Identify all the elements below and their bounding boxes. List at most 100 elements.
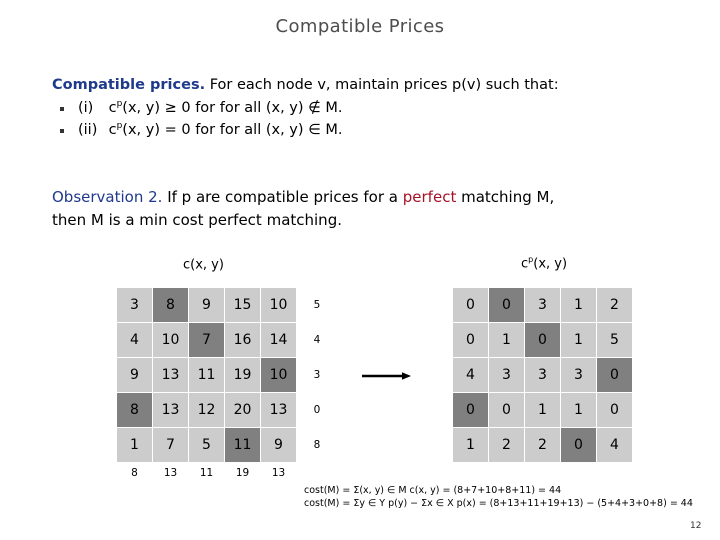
matrix-cell: 1: [561, 393, 596, 427]
matrix-cell: 5: [189, 428, 224, 462]
matrix-cell: 10: [261, 288, 296, 322]
bullet-label: (i): [78, 100, 94, 117]
matrix-cell: 9: [261, 428, 296, 462]
matrix-cell: 16: [225, 323, 260, 357]
column-price-label: 19: [225, 463, 260, 483]
matrix-cell: 0: [453, 323, 488, 357]
table-row: 00312: [453, 288, 632, 322]
observation-line2: then M is a min cost perfect matching.: [52, 211, 342, 230]
bullet-expr-prefix: c: [108, 121, 117, 138]
matrix-cell: 14: [261, 323, 296, 357]
matrix-cell: 0: [525, 323, 560, 357]
table-row: 43330: [453, 358, 632, 392]
list-item: (i) cp(x, y) ≥ 0 for for all (x, y) ∉ M.: [52, 98, 682, 120]
matrix-cell: 15: [225, 288, 260, 322]
cost-equation-line-2: cost(M) = Σy ∈ Y p(y) − Σx ∈ X p(x) = (8…: [304, 497, 693, 509]
matrix-cell: 0: [489, 288, 524, 322]
row-price-label: 0: [297, 393, 331, 427]
corner-spacer: [297, 463, 331, 483]
cost-matrix: 3 8 9 15 10 5 4 10 7 16 14 4 9 13 11 19 10 3 8 13 12 20 13 0 1 7 5…: [116, 287, 332, 484]
matrix-cell: 8: [153, 288, 188, 322]
matrix-cell: 3: [561, 358, 596, 392]
table-row: 1 7 5 11 9 8: [117, 428, 331, 462]
reduced-cost-matrix-body: 0031201015433300011012204: [453, 288, 632, 462]
matrix-cell: 20: [225, 393, 260, 427]
observation-heading: Observation 2.: [52, 188, 163, 206]
list-item: (ii) cp(x, y) = 0 for for all (x, y) ∈ M…: [52, 120, 682, 142]
reduced-cost-matrix: 0031201015433300011012204: [452, 287, 633, 463]
row-price-label: 5: [297, 288, 331, 322]
matrix-cell: 9: [117, 358, 152, 392]
cost-equations: cost(M) = Σ(x, y) ∈ M c(x, y) = (8+7+10+…: [304, 485, 693, 511]
matrix-cell: 0: [453, 393, 488, 427]
matrix-cell: 0: [489, 393, 524, 427]
matrix-cell: 3: [117, 288, 152, 322]
column-price-label: 8: [117, 463, 152, 483]
table-row: 01015: [453, 323, 632, 357]
matrix-cell: 0: [597, 358, 632, 392]
observation-emphasis: perfect: [402, 188, 457, 206]
bullet-label: (ii): [78, 121, 98, 138]
column-price-label: 13: [261, 463, 296, 483]
matrix-cell: 2: [597, 288, 632, 322]
matrix-cell: 0: [453, 288, 488, 322]
cost-matrix-body: 3 8 9 15 10 5 4 10 7 16 14 4 9 13 11 19 10 3 8 13 12 20 13 0 1 7 5…: [117, 288, 331, 483]
table-row: 4 10 7 16 14 4: [117, 323, 331, 357]
observation-part1: If p are compatible prices for a: [167, 188, 398, 206]
matrix-cell: 0: [561, 428, 596, 462]
caption-rest: (x, y): [533, 256, 568, 272]
matrix-cell: 2: [525, 428, 560, 462]
transform-arrow-icon: [362, 372, 411, 380]
row-price-label: 8: [297, 428, 331, 462]
row-price-label: 4: [297, 323, 331, 357]
matrix-cell: 7: [189, 323, 224, 357]
page-number: 12: [690, 521, 702, 531]
matrix-cell: 0: [597, 393, 632, 427]
definition-rest: For each node v, maintain prices p(v) su…: [209, 77, 559, 93]
matrix-cell: 4: [453, 358, 488, 392]
table-row: 9 13 11 19 10 3: [117, 358, 331, 392]
matrix-cell: 13: [153, 358, 188, 392]
matrix-cell: 3: [489, 358, 524, 392]
matrix-cell: 4: [597, 428, 632, 462]
matrix-cell: 10: [261, 358, 296, 392]
observation-block: Observation 2. If p are compatible price…: [52, 186, 692, 233]
table-row: 12204: [453, 428, 632, 462]
definition-statement: Compatible prices. For each node v, main…: [52, 75, 682, 96]
caption-rest: (x, y): [190, 257, 224, 273]
bullet-square-icon: [60, 107, 64, 112]
matrix-cell: 1: [489, 323, 524, 357]
matrix-cell: 9: [189, 288, 224, 322]
matrix-cell: 10: [153, 323, 188, 357]
matrix-cell: 5: [597, 323, 632, 357]
page-title: Compatible Prices: [275, 16, 445, 37]
bullet-expr-prefix: c: [108, 100, 117, 117]
definition-lead: Compatible prices.: [52, 77, 206, 93]
bullet-square-icon: [60, 128, 64, 133]
column-price-label: 13: [153, 463, 188, 483]
matrix-cell: 4: [117, 323, 152, 357]
table-row: 00110: [453, 393, 632, 427]
observation-part2: matching M,: [461, 188, 555, 206]
matrix-cell: 19: [225, 358, 260, 392]
matrix-cell: 13: [261, 393, 296, 427]
bullet-expr-rest: (x, y) ≥ 0 for for all (x, y) ∉ M.: [122, 100, 343, 117]
matrix-caption-reduced-cost: cp(x, y): [521, 255, 567, 271]
table-row: 8 13 12 20 13 0: [117, 393, 331, 427]
matrix-cell: 2: [489, 428, 524, 462]
matrix-cell: 12: [189, 393, 224, 427]
matrix-cell: 3: [525, 358, 560, 392]
bullet-expr-rest: (x, y) = 0 for for all (x, y) ∈ M.: [122, 121, 343, 138]
matrix-cell: 11: [225, 428, 260, 462]
matrix-cell: 1: [561, 323, 596, 357]
matrix-cell: 11: [189, 358, 224, 392]
matrix-cell: 1: [453, 428, 488, 462]
matrix-cell: 1: [117, 428, 152, 462]
matrix-cell: 1: [525, 393, 560, 427]
matrix-cell: 1: [561, 288, 596, 322]
matrix-caption-cost: c(x, y): [183, 256, 224, 272]
row-price-label: 3: [297, 358, 331, 392]
table-row: 3 8 9 15 10 5: [117, 288, 331, 322]
cost-equation-line-1: cost(M) = Σ(x, y) ∈ M c(x, y) = (8+7+10+…: [304, 485, 562, 496]
matrix-cell: 3: [525, 288, 560, 322]
